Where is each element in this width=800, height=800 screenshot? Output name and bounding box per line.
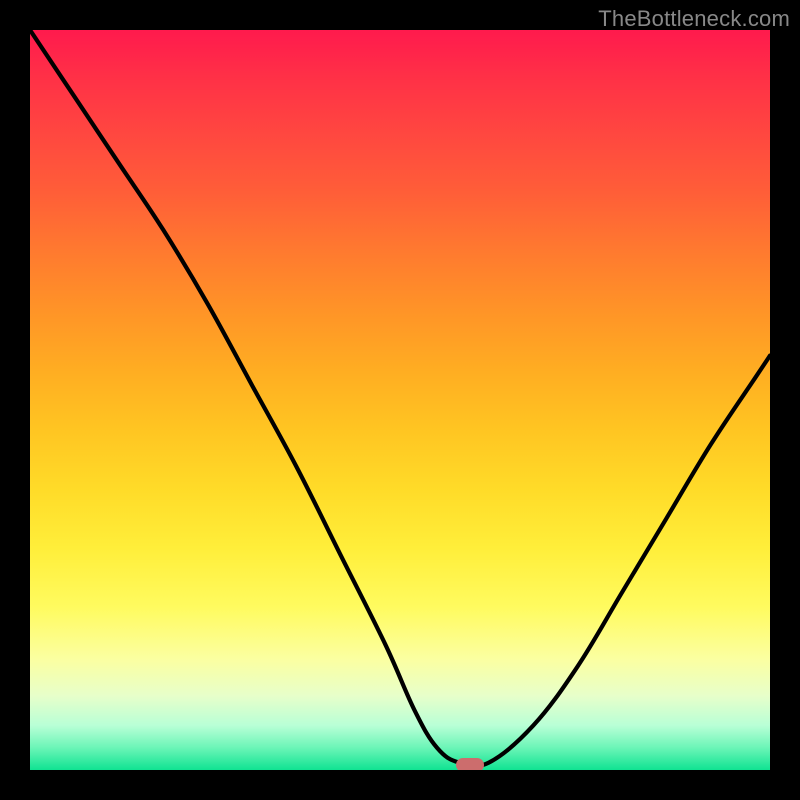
bottleneck-curve — [30, 30, 770, 770]
branding-watermark: TheBottleneck.com — [598, 6, 790, 32]
plot-area — [30, 30, 770, 770]
optimal-marker — [456, 758, 484, 770]
chart-frame: TheBottleneck.com — [0, 0, 800, 800]
